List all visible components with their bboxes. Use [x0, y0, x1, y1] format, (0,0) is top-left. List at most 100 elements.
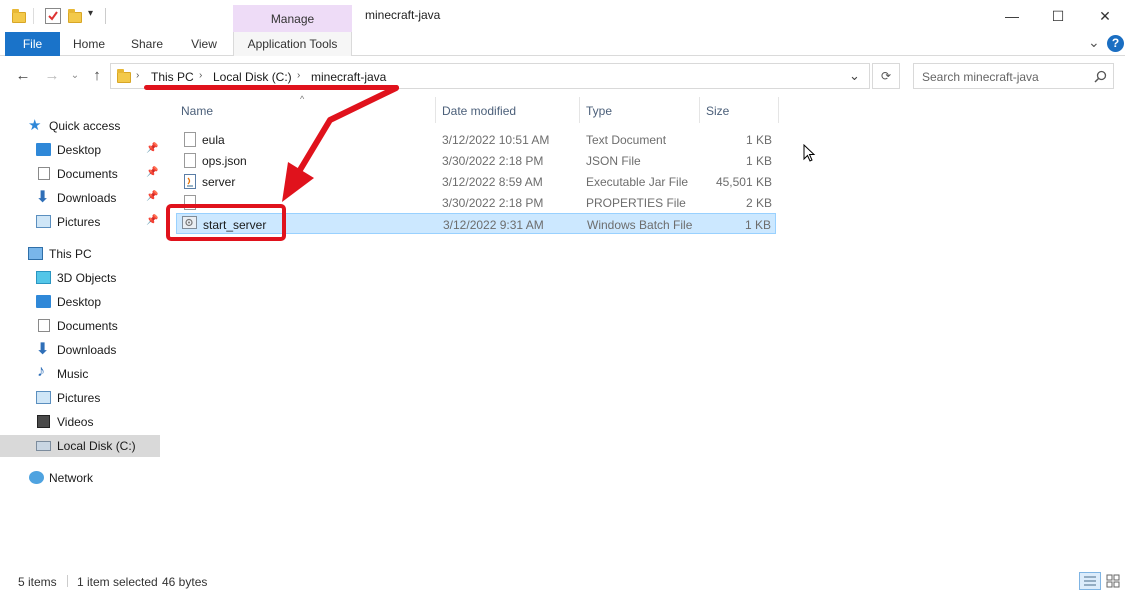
pin-icon[interactable]: 📌	[146, 191, 158, 202]
file-date: 3/12/2022 9:31 AM	[443, 218, 544, 232]
maximize-button[interactable]: ☐	[1048, 6, 1068, 26]
manage-tab[interactable]: Manage	[233, 5, 352, 33]
annotation-highlight-box	[166, 204, 286, 241]
pin-icon[interactable]: 📌	[146, 215, 158, 226]
sidebar-item-documents[interactable]: Documents	[0, 315, 160, 337]
sidebar-item-quick-access[interactable]: ★ Quick access	[0, 115, 160, 137]
file-row-ops-json[interactable]: ops.json 3/30/2022 2:18 PM JSON File 1 K…	[176, 150, 776, 171]
tab-application-tools[interactable]: Application Tools	[233, 32, 352, 56]
file-name: eula	[202, 133, 225, 147]
downloads-icon: ⬇	[36, 189, 50, 206]
music-icon: ♪	[37, 363, 45, 380]
back-button[interactable]: ←	[14, 67, 32, 85]
sidebar-item-label: Downloads	[57, 191, 117, 205]
large-icons-view-button[interactable]	[1105, 573, 1122, 589]
file-size: 1 KB	[744, 218, 771, 232]
sidebar-item-documents[interactable]: Documents 📌	[0, 163, 160, 185]
column-divider[interactable]	[778, 97, 779, 123]
file-size: 1 KB	[745, 133, 772, 147]
status-size: 46 bytes	[162, 575, 208, 589]
up-button[interactable]: ↑	[88, 67, 106, 85]
title-bar: ▾ Manage minecraft-java — ☐ ✕	[0, 0, 1125, 33]
minimize-button[interactable]: —	[1002, 6, 1022, 26]
divider	[33, 8, 34, 24]
computer-icon	[28, 247, 43, 260]
sidebar-item-desktop[interactable]: Desktop 📌	[0, 139, 160, 161]
tab-share[interactable]: Share	[124, 32, 170, 56]
column-header-date-modified[interactable]: Date modified	[442, 104, 516, 118]
column-header-type[interactable]: Type	[586, 104, 612, 118]
file-row-eula[interactable]: eula 3/12/2022 10:51 AM Text Document 1 …	[176, 129, 776, 150]
file-type: Text Document	[586, 133, 667, 147]
help-icon[interactable]: ?	[1107, 35, 1124, 52]
column-divider[interactable]	[699, 97, 700, 123]
address-dropdown-icon[interactable]: ⌄	[849, 68, 860, 84]
status-item-count: 5 items	[18, 575, 57, 589]
file-type: Executable Jar File	[586, 175, 689, 189]
breadcrumb-this-pc[interactable]: This PC	[151, 70, 194, 84]
file-date: 3/12/2022 8:59 AM	[442, 175, 543, 189]
text-document-icon	[184, 132, 196, 147]
star-icon: ★	[28, 117, 42, 134]
sidebar-item-network[interactable]: Network	[0, 467, 160, 489]
sidebar-item-desktop[interactable]: Desktop	[0, 291, 160, 313]
ribbon-tabs: File Home Share View Application Tools ⌄…	[0, 32, 1125, 56]
sidebar-item-music[interactable]: ♪ Music	[0, 363, 160, 385]
sidebar-item-downloads[interactable]: ⬇ Downloads	[0, 339, 160, 361]
file-row-server[interactable]: server 3/12/2022 8:59 AM Executable Jar …	[176, 171, 776, 192]
annotation-underline	[144, 85, 399, 90]
file-name: server	[202, 175, 236, 189]
properties-icon[interactable]	[45, 8, 61, 24]
refresh-button[interactable]: ⟳	[872, 63, 900, 89]
status-bar: 5 items 1 item selected 46 bytes	[0, 571, 1125, 591]
navigation-pane: ★ Quick access Desktop 📌 Documents 📌 ⬇ D…	[0, 95, 162, 565]
disk-icon	[36, 441, 51, 451]
pictures-icon	[36, 391, 51, 404]
sidebar-item-this-pc[interactable]: This PC	[0, 243, 160, 265]
sidebar-item-label: Quick access	[49, 119, 121, 133]
tab-home[interactable]: Home	[66, 32, 112, 56]
file-type: Windows Batch File	[587, 218, 693, 232]
search-icon	[1094, 70, 1107, 83]
desktop-icon	[36, 295, 51, 308]
file-size: 45,501 KB	[715, 175, 772, 189]
column-divider[interactable]	[435, 97, 436, 123]
pin-icon[interactable]: 📌	[146, 143, 158, 154]
sidebar-item-local-disk[interactable]: Local Disk (C:)	[0, 435, 160, 457]
sidebar-item-label: Desktop	[57, 143, 102, 157]
downloads-icon: ⬇	[36, 341, 50, 358]
folder-icon	[117, 69, 131, 83]
details-view-button[interactable]	[1079, 572, 1101, 590]
window-title: minecraft-java	[365, 8, 441, 22]
forward-button[interactable]: →	[43, 67, 61, 85]
divider	[67, 575, 68, 587]
sidebar-item-label: Documents	[57, 167, 118, 181]
search-box[interactable]: Search minecraft-java	[913, 63, 1114, 89]
column-header-name[interactable]: Name	[181, 104, 213, 118]
sidebar-item-pictures[interactable]: Pictures	[0, 387, 160, 409]
breadcrumb-separator: ›	[297, 70, 301, 81]
sidebar-item-label: Pictures	[57, 391, 101, 405]
breadcrumb-minecraft-java[interactable]: minecraft-java	[311, 70, 386, 84]
column-divider[interactable]	[579, 97, 580, 123]
breadcrumb-local-disk[interactable]: Local Disk (C:)	[213, 70, 292, 84]
expand-ribbon-icon[interactable]: ⌄	[1088, 34, 1100, 51]
close-button[interactable]: ✕	[1095, 6, 1115, 26]
sidebar-item-pictures[interactable]: Pictures 📌	[0, 211, 160, 233]
file-date: 3/30/2022 2:18 PM	[442, 154, 544, 168]
documents-icon	[38, 167, 50, 180]
network-icon	[29, 471, 44, 484]
recent-locations-icon[interactable]: ⌄	[66, 67, 84, 85]
pin-icon[interactable]: 📌	[146, 167, 158, 178]
sidebar-item-label: This PC	[49, 247, 92, 261]
folder-icon[interactable]	[12, 8, 28, 24]
column-header-size[interactable]: Size	[706, 104, 729, 118]
new-folder-icon[interactable]	[68, 8, 84, 24]
sidebar-item-videos[interactable]: Videos	[0, 411, 160, 433]
tab-view[interactable]: View	[182, 32, 226, 56]
sidebar-item-downloads[interactable]: ⬇ Downloads 📌	[0, 187, 160, 209]
search-input[interactable]: Search minecraft-java	[922, 70, 1039, 84]
tab-file[interactable]: File	[5, 32, 60, 56]
sidebar-item-3d-objects[interactable]: 3D Objects	[0, 267, 160, 289]
customize-dropdown-icon[interactable]: ▾	[88, 8, 104, 24]
